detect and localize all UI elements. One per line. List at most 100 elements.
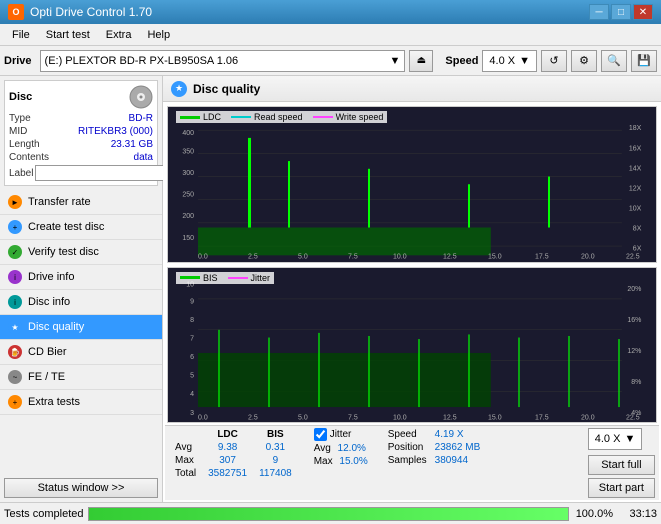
nav-item-extra-tests[interactable]: + Extra tests (0, 390, 162, 415)
test-speed-selector[interactable]: 4.0 X ▼ (588, 428, 643, 450)
minimize-button[interactable]: ─ (589, 4, 609, 20)
content-area: ★ Disc quality LDC Read speed (163, 76, 661, 502)
start-full-button[interactable]: Start full (588, 455, 655, 475)
nav-item-create-test-disc[interactable]: + Create test disc (0, 215, 162, 240)
titlebar: O Opti Drive Control 1.70 ─ □ ✕ (0, 0, 661, 24)
speed-value: 4.19 X (431, 428, 485, 441)
jitter-section: Jitter Avg 12.0% Max 15.0% (314, 428, 368, 467)
read-speed-legend-label: Read speed (254, 112, 303, 122)
nav-item-transfer-rate[interactable]: ► Transfer rate (0, 190, 162, 215)
ldc-bis-stats: LDC BIS Avg 9.38 0.31 Max 307 9 (169, 428, 298, 480)
progress-bar-fill (89, 508, 568, 520)
jitter-legend-label: Jitter (251, 273, 271, 283)
eject-button[interactable]: ⏏ (409, 50, 433, 72)
drive-selector[interactable]: (E:) PLEXTOR BD-R PX-LB950SA 1.06 ▼ (40, 50, 406, 72)
nav-item-cd-bier[interactable]: 🍺 CD Bier (0, 340, 162, 365)
nav-item-drive-info[interactable]: i Drive info (0, 265, 162, 290)
action-buttons: 4.0 X ▼ Start full Start part (588, 428, 655, 498)
disc-label-row: Label 🔍 (9, 165, 153, 181)
svg-text:16X: 16X (629, 145, 642, 152)
svg-text:5.0: 5.0 (298, 414, 308, 421)
settings-button1[interactable]: ⚙ (571, 50, 597, 72)
write-speed-legend-label: Write speed (336, 112, 384, 122)
charts-area: LDC Read speed Write speed (163, 102, 661, 502)
svg-text:14X: 14X (629, 165, 642, 172)
test-speed-dropdown-icon: ▼ (624, 433, 635, 445)
nav-item-disc-quality[interactable]: ★ Disc quality (0, 315, 162, 340)
svg-text:10X: 10X (629, 206, 642, 213)
progress-bar-container (88, 507, 569, 521)
save-button[interactable]: 💾 (631, 50, 657, 72)
stats-avg-bis: 0.31 (253, 441, 298, 454)
refresh-button[interactable]: ↺ (541, 50, 567, 72)
nav-label-create-test-disc: Create test disc (28, 221, 104, 233)
stats-total-bis: 117408 (253, 467, 298, 480)
stats-avg-ldc: 9.38 (202, 441, 253, 454)
content-title: Disc quality (193, 82, 260, 96)
svg-text:10.0: 10.0 (393, 253, 407, 260)
maximize-button[interactable]: □ (611, 4, 631, 20)
samples-value: 380944 (431, 454, 485, 467)
svg-text:20.0: 20.0 (581, 253, 595, 260)
nav-item-fe-te[interactable]: ~ FE / TE (0, 365, 162, 390)
jitter-avg-value: 12.0% (338, 443, 366, 454)
svg-text:2.5: 2.5 (248, 414, 258, 421)
svg-text:7: 7 (190, 335, 194, 342)
svg-text:6X: 6X (633, 246, 642, 253)
ldc-chart: LDC Read speed Write speed (167, 106, 657, 263)
svg-text:22.5: 22.5 (626, 414, 640, 421)
svg-text:8%: 8% (631, 378, 641, 385)
nav-icon-disc-info: i (8, 295, 22, 309)
svg-text:17.5: 17.5 (535, 253, 549, 260)
menu-start-test[interactable]: Start test (38, 27, 98, 43)
jitter-checkbox[interactable] (314, 428, 327, 441)
svg-text:20.0: 20.0 (581, 414, 595, 421)
drive-value: (E:) PLEXTOR BD-R PX-LB950SA 1.06 (45, 55, 390, 67)
nav-item-verify-test-disc[interactable]: ✓ Verify test disc (0, 240, 162, 265)
disc-panel: Disc Type BD-R MID RITEKBR3 (000) Length… (4, 80, 158, 186)
nav-label-extra-tests: Extra tests (28, 396, 80, 408)
speed-value: 4.0 X (489, 55, 515, 67)
disc-icon (129, 85, 153, 109)
svg-text:12.5: 12.5 (443, 253, 457, 260)
speed-dropdown-icon: ▼ (519, 55, 530, 67)
content-icon: ★ (171, 81, 187, 97)
disc-panel-title: Disc (9, 91, 32, 103)
elapsed-time: 33:13 (617, 508, 657, 520)
status-window-button[interactable]: Status window >> (4, 478, 158, 498)
sidebar: Disc Type BD-R MID RITEKBR3 (000) Length… (0, 76, 163, 502)
menu-help[interactable]: Help (139, 27, 178, 43)
speed-selector[interactable]: 4.0 X ▼ (482, 50, 537, 72)
menu-file[interactable]: File (4, 27, 38, 43)
main-area: Disc Type BD-R MID RITEKBR3 (000) Length… (0, 76, 661, 502)
nav-icon-drive-info: i (8, 270, 22, 284)
svg-text:0.0: 0.0 (198, 253, 208, 260)
jitter-max-label: Max (314, 456, 333, 467)
speed-label: Speed (445, 55, 478, 67)
svg-text:22.5: 22.5 (626, 253, 640, 260)
samples-label: Samples (384, 454, 431, 467)
disc-length-label: Length (9, 139, 40, 150)
start-part-button[interactable]: Start part (588, 478, 655, 498)
disc-label-input[interactable] (35, 165, 173, 181)
menubar: File Start test Extra Help (0, 24, 661, 46)
nav-icon-fe-te: ~ (8, 370, 22, 384)
bis-color (180, 276, 200, 279)
stats-max-label: Max (169, 454, 202, 467)
jitter-avg-label: Avg (314, 443, 331, 454)
svg-text:8: 8 (190, 317, 194, 324)
nav-label-drive-info: Drive info (28, 271, 74, 283)
write-speed-legend-item: Write speed (313, 112, 384, 122)
drive-dropdown-icon: ▼ (390, 55, 401, 67)
svg-text:4: 4 (190, 391, 194, 398)
read-speed-color (231, 116, 251, 118)
svg-text:0.0: 0.0 (198, 414, 208, 421)
nav-item-disc-info[interactable]: i Disc info (0, 290, 162, 315)
bottombar: Tests completed 100.0% 33:13 (0, 502, 661, 524)
svg-text:2.5: 2.5 (248, 253, 258, 260)
test-speed-value: 4.0 X (595, 433, 621, 445)
menu-extra[interactable]: Extra (98, 27, 140, 43)
disc-length-value: 23.31 GB (111, 139, 153, 150)
settings-button2[interactable]: 🔍 (601, 50, 627, 72)
close-button[interactable]: ✕ (633, 4, 653, 20)
